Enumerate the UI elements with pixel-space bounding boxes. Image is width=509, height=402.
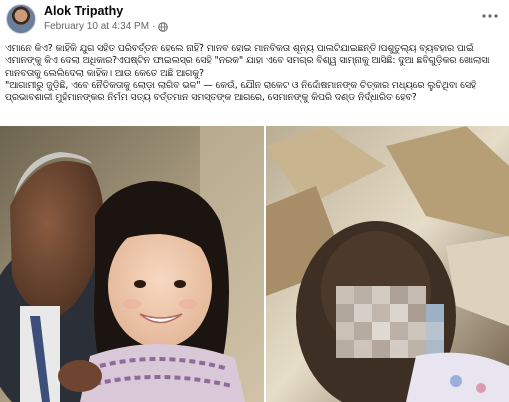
post-media[interactable] [0,126,509,402]
post-text-line: ଏମାନେ କିଏ? କାହିଁକି ଯୁଗ ସହିତ ପରିବର୍ତ୍ତନ ହ… [5,43,474,54]
facebook-post: Alok Tripathy February 10 at 4:34 PM · ଏ… [0,0,509,402]
left-photo[interactable] [0,126,264,402]
globe-icon[interactable] [158,21,169,32]
post-text: ଏମାନେ କିଏ? କାହିଁକି ଯୁଗ ସହିତ ପରିବର୍ତ୍ତନ ହ… [5,43,505,104]
more-options-icon[interactable] [479,8,501,24]
post-meta: February 10 at 4:34 PM · [44,21,169,32]
post-text-line: ମାନବତାକୁ ଲେଲିଦେଲା କାହିଁକ। ଆଉ କେତେ ଅଛି ଆଗ… [5,67,204,79]
post-header: Alok Tripathy February 10 at 4:34 PM · [0,0,509,40]
post-text-line: ଏମାନଙ୍କୁ କିଏ ଦେଲା ଅଧିକାର?ଏପଷ୍ଟିନ ଫାଇଲସ୍‌… [5,55,490,67]
meta-separator: · [152,21,156,32]
post-text-line: ପ୍ରଭାବଶାଳୀ ମୁହଁମାନଙ୍କର ନିର୍ମମ ସତ୍ୟ ବର୍ତ୍… [5,92,417,104]
post-timestamp[interactable]: February 10 at 4:34 PM [44,21,149,32]
right-photo[interactable] [266,126,509,402]
author-avatar[interactable] [6,4,36,34]
author-name[interactable]: Alok Tripathy [44,4,123,18]
post-text-line: "ଆଗାମୀରୁ ଜୁଡ଼ିଛି, ଏବେ ନୈତିକତାକୁ ଲୋଡ଼ା ଲା… [5,79,477,91]
